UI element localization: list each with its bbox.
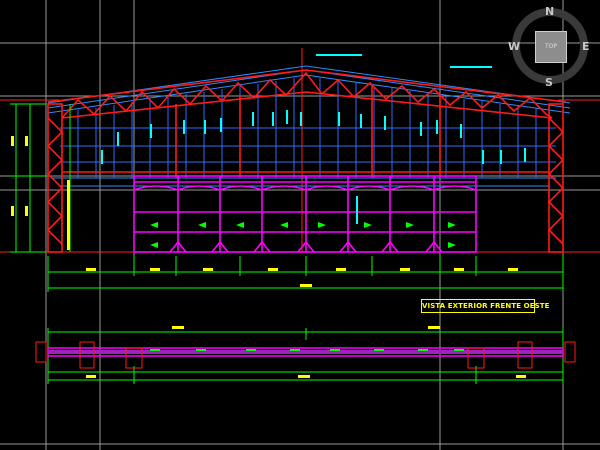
left-dim-marks: [11, 136, 70, 250]
cladding-notes: [101, 54, 526, 224]
door-arrows: [150, 222, 456, 248]
compass-south[interactable]: S: [545, 76, 553, 89]
roof-truss: [47, 69, 567, 119]
viewcube[interactable]: N W E S TOP: [508, 4, 592, 96]
compass-east[interactable]: E: [582, 40, 590, 53]
bottom-dim-marks: [86, 268, 518, 287]
plan-view: [35, 341, 576, 369]
hangar-door: [133, 175, 477, 253]
compass-west[interactable]: W: [508, 40, 520, 53]
compass-north[interactable]: N: [545, 5, 554, 18]
view-title-label: VISTA EXTERIOR FRENTE OESTE: [421, 299, 549, 313]
viewcube-top-face[interactable]: TOP: [535, 31, 567, 63]
cad-viewport[interactable]: VISTA EXTERIOR FRENTE OESTE N W E S TOP: [0, 0, 600, 450]
roof-cladding: [47, 65, 571, 187]
